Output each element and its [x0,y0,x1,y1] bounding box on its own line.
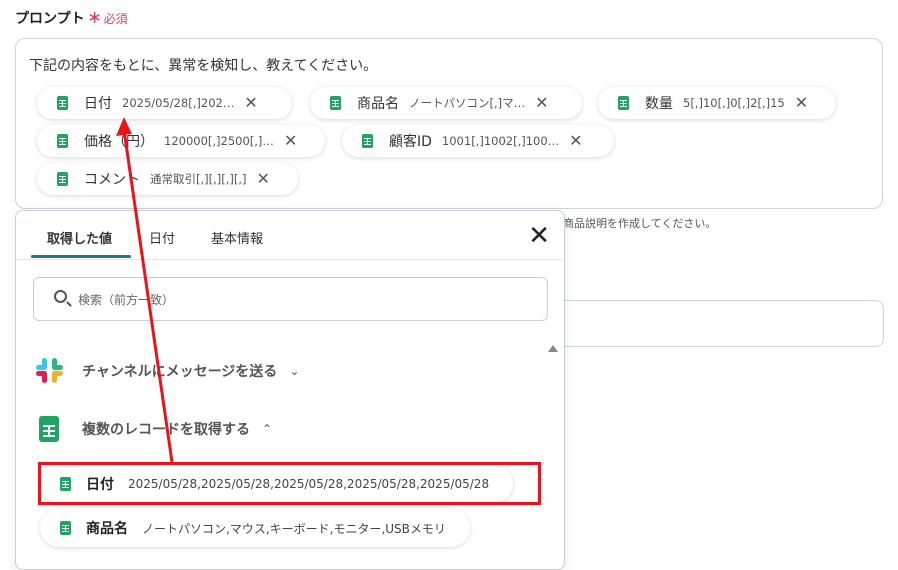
search-box[interactable] [33,277,548,321]
chevron-up-icon[interactable]: ⌃ [262,422,272,436]
section-title: 複数のレコードを取得する [82,422,250,438]
scroll-up-arrow-icon[interactable] [548,345,558,352]
prompt-field-label: プロンプト＊必須 [15,8,128,28]
variable-chip-product-name[interactable]: 商品名 ノートパソコン[,]マ… ✕ [310,87,582,119]
sheets-icon [618,96,629,110]
chip-label: 顧客ID [389,134,432,150]
section-send-channel-message[interactable]: チャンネルにメッセージを送る ⌄ [36,357,299,384]
sheets-icon [39,416,59,442]
chip-label: 日付 [84,96,112,112]
row-label: 日付 [86,477,114,493]
tab-acquired-values[interactable]: 取得した値 [47,228,112,247]
required-text: 必須 [103,12,128,26]
chip-value: 2025/05/28[,]202… [122,96,235,110]
popup-tabs: 取得した値 日付 基本情報 ✕ [16,211,564,260]
close-icon[interactable]: ✕ [528,223,550,249]
variable-chip-quantity[interactable]: 数量 5[,]10[,]0[,]2[,]15 ✕ [598,87,836,119]
background-input-field[interactable] [560,300,884,347]
row-value: 2025/05/28,2025/05/28,2025/05/28,2025/05… [128,477,490,491]
prompt-text: 下記の内容をもとに、異常を検知し、教えてください。 [29,58,378,74]
row-value: ノートパソコン,マウス,キーボード,モニター,USBメモリ [142,521,446,536]
section-get-multiple-records[interactable]: 複数のレコードを取得する ⌃ [36,416,272,442]
chevron-down-icon[interactable]: ⌄ [289,364,299,378]
close-icon[interactable]: ✕ [569,133,582,149]
sheets-icon [330,96,341,110]
variable-chip-date[interactable]: 日付 2025/05/28[,]202… ✕ [37,87,292,119]
chip-value: 5[,]10[,]0[,]2[,]15 [683,96,785,110]
section-title: チャンネルにメッセージを送る [82,363,278,380]
close-icon[interactable]: ✕ [284,133,297,149]
helper-text: 商品説明を作成してください。 [563,217,717,230]
tab-basic-info[interactable]: 基本情報 [211,228,263,247]
sheets-icon [60,521,71,535]
variable-chip-customer-id[interactable]: 顧客ID 1001[,]1002[,]100… ✕ [342,125,614,157]
sheets-icon [57,96,68,110]
sheets-icon [362,134,373,148]
chip-label: 商品名 [357,96,399,112]
chip-label: 数量 [645,96,673,112]
chip-value: ノートパソコン[,]マ… [409,96,526,110]
row-label: 商品名 [86,521,128,537]
chip-value: 通常取引[,][,][,][,] [150,172,247,186]
sheets-icon [57,134,68,148]
close-icon[interactable]: ✕ [244,95,257,111]
slack-icon [36,357,63,384]
chip-label: コメント [84,172,140,188]
sheets-icon [57,172,68,186]
close-icon[interactable]: ✕ [257,171,270,187]
close-icon[interactable]: ✕ [795,95,808,111]
variable-chip-price[interactable]: 価格（円） 120000[,]2500[,]… ✕ [37,125,325,157]
chip-label: 価格（円） [84,134,154,150]
chip-value: 120000[,]2500[,]… [164,134,274,148]
value-row-product-name[interactable]: 商品名 ノートパソコン,マウス,キーボード,モニター,USBメモリ [40,509,470,547]
active-tab-indicator [31,255,131,258]
value-row-date[interactable]: 日付 2025/05/28,2025/05/28,2025/05/28,2025… [40,465,514,503]
prompt-label-text: プロンプト [15,11,85,27]
chip-value: 1001[,]1002[,]100… [441,134,560,148]
tab-date[interactable]: 日付 [149,228,175,247]
required-mark: ＊ [87,11,102,27]
search-input[interactable] [76,289,530,311]
search-icon [54,290,67,303]
value-picker-popup: 取得した値 日付 基本情報 ✕ チャンネルにメッセージを送る ⌄ 複数のレコード… [15,210,565,570]
variable-chip-comment[interactable]: コメント 通常取引[,][,][,][,] ✕ [37,163,298,195]
sheets-icon [60,477,71,491]
close-icon[interactable]: ✕ [535,95,548,111]
